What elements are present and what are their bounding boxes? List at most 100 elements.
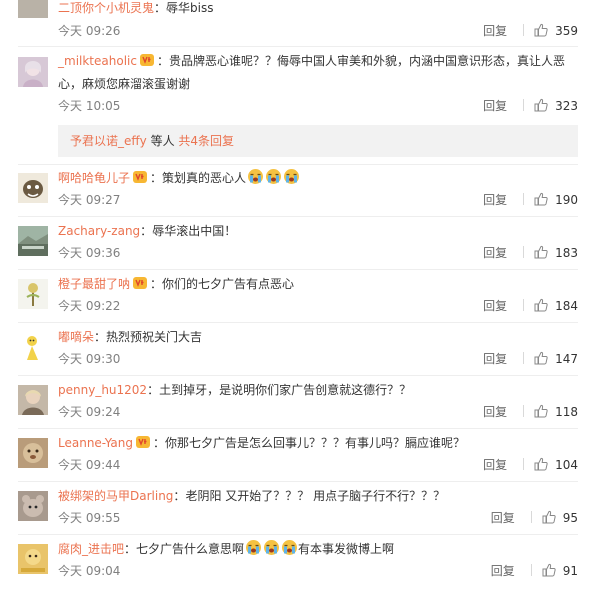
thumbs-up-icon [534,457,548,471]
comment-username[interactable]: Leanne-Yang [58,436,133,450]
like-count: 104 [555,458,578,472]
comment-username[interactable]: Zachary-zang [58,224,140,238]
comment-separator: ： [150,171,163,185]
comment-username[interactable]: penny_hu1202 [58,383,147,397]
like-button[interactable]: 184 [534,298,578,313]
avatar-image [18,173,48,203]
reply-button[interactable]: 回复 [483,352,507,366]
avatar[interactable] [18,57,48,87]
comment-text: 你那七夕广告是怎么回事儿？？？有事儿吗？膈应谁呢？ [164,436,465,450]
avatar[interactable] [18,332,48,362]
comment-actions: 回复 184 [483,296,578,316]
avatar-image [18,226,48,256]
comment-actions: 回复 183 [483,243,578,263]
avatar[interactable] [18,491,48,521]
comment-text: 老阴阳 又开始了？？？ 用点子脑子行不行？？？ [185,489,446,503]
like-button[interactable]: 359 [534,23,578,38]
comment-text: 土到掉牙，是说明你们家广告创意就这德行？？ [159,383,412,397]
comment-username[interactable]: 二顶你个小机灵鬼 [58,1,154,15]
reply-button[interactable]: 回复 [483,299,507,313]
comment-username[interactable]: 橙子最甜了呐 [58,277,130,291]
comment-actions: 回复 147 [483,349,578,369]
thumbs-up-icon [534,192,548,206]
comment-username[interactable]: 腐肉_进击吧 [58,542,124,556]
comment-time: 今天 09:22 [58,299,121,313]
avatar[interactable] [18,279,48,309]
comment-actions: 回复 104 [483,455,578,475]
emoji-group [246,169,300,185]
like-button[interactable]: 118 [534,404,578,419]
comment-line: 腐肉_进击吧：七夕广告什么意思啊 有本事发微博上啊 [58,539,578,559]
action-divider [523,458,525,470]
avatar[interactable] [18,226,48,256]
like-count: 190 [555,193,578,207]
divider [18,164,578,165]
avatar[interactable] [18,544,48,574]
reply-button[interactable]: 回复 [483,458,507,472]
like-count: 359 [555,24,578,38]
like-button[interactable]: 323 [534,98,578,113]
reply-button[interactable]: 回复 [483,99,507,113]
thumbs-up-icon [542,510,556,524]
comment-line: penny_hu1202：土到掉牙，是说明你们家广告创意就这德行？？ [58,380,578,400]
comment-separator: ： [152,436,165,450]
divider [18,322,578,323]
reply-button[interactable]: 回复 [483,405,507,419]
like-button[interactable]: 190 [534,192,578,207]
comment-separator: ： [173,489,186,503]
comment-separator: ： [154,1,167,15]
crying-emoji-icon [266,169,282,184]
avatar-image [18,332,48,362]
comment-line: _milkteaholic ：贵品牌恶心谁呢？？侮辱中国人审美和外貌，内涵中国意识… [58,50,578,96]
reply-count-link[interactable]: 共4条回复 [178,134,234,148]
reply-etc: 等人 [146,134,179,148]
avatar-image [18,279,48,309]
comment-text: 辱华滚出中国！ [152,224,237,238]
member-badge-icon [132,170,148,184]
reply-button[interactable]: 回复 [483,24,507,38]
comment-username[interactable]: 被绑架的马甲Darling [58,489,173,503]
more-replies-box[interactable]: 予君以诺_effy 等人 共4条回复 [58,125,578,157]
comment-time: 今天 09:30 [58,352,121,366]
comment-username[interactable]: 嘟嘀朵 [58,330,94,344]
divider [18,216,578,217]
thumbs-up-icon [534,98,548,112]
thumbs-up-icon [534,245,548,259]
reply-button[interactable]: 回复 [483,246,507,260]
thumbs-up-icon [534,351,548,365]
comment-line: 嘟嘀朵：热烈预祝关门大吉 [58,327,578,347]
like-button[interactable]: 91 [542,563,578,578]
like-button[interactable]: 183 [534,245,578,260]
member-badge-icon [135,435,151,449]
comment-line: 被绑架的马甲Darling：老阴阳 又开始了？？？ 用点子脑子行不行？？？ [58,486,578,506]
avatar[interactable] [18,0,48,18]
avatar-image [18,385,48,415]
comment-line: 橙子最甜了呐 ：你们的七夕广告有点恶心 [58,274,578,294]
like-count: 95 [562,511,578,525]
reply-usernames[interactable]: 予君以诺_effy [70,134,147,148]
comment-username[interactable]: 啊哈哈龟儿子 [58,171,130,185]
divider [18,46,578,47]
comment-text: 你们的七夕广告有点恶心 [162,277,295,291]
avatar-image [18,544,48,574]
avatar[interactable] [18,438,48,468]
divider [18,428,578,429]
comment-separator: ： [94,330,107,344]
divider [18,375,578,376]
like-button[interactable]: 147 [534,351,578,366]
like-button[interactable]: 95 [542,510,578,525]
comment-username[interactable]: _milkteaholic [58,54,137,68]
reply-button[interactable]: 回复 [491,564,515,578]
action-divider [523,193,525,205]
crying-emoji-icon [284,169,300,184]
action-divider [523,352,525,364]
like-button[interactable]: 104 [534,457,578,472]
comment-line: 啊哈哈龟儿子 ：策划真的恶心人 [58,168,578,188]
reply-button[interactable]: 回复 [491,511,515,525]
reply-button[interactable]: 回复 [483,193,507,207]
avatar[interactable] [18,173,48,203]
like-count: 323 [555,99,578,113]
avatar[interactable] [18,385,48,415]
comment-separator: ： [156,54,169,68]
crying-emoji-icon [248,169,264,184]
